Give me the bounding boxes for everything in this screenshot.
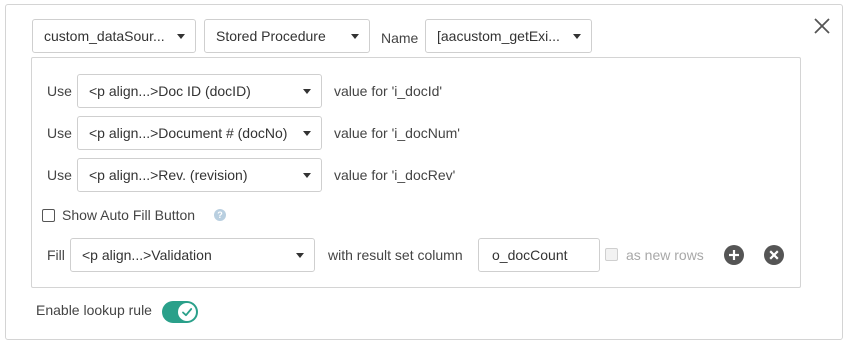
chevron-down-icon xyxy=(296,252,304,258)
new-rows-checkbox[interactable] xyxy=(605,248,618,261)
chevron-down-icon xyxy=(303,88,311,94)
mapping-field-dropdown[interactable]: <p align...>Document # (docNo) xyxy=(77,116,322,150)
plus-icon xyxy=(729,250,739,260)
chevron-down-icon xyxy=(303,130,311,136)
remove-fill-button[interactable] xyxy=(764,245,784,265)
chevron-down-icon xyxy=(351,33,359,39)
mapping-field-dropdown[interactable]: <p align...>Doc ID (docID) xyxy=(77,74,322,108)
mapping-field-dropdown[interactable]: <p align...>Rev. (revision) xyxy=(77,158,322,192)
check-icon xyxy=(182,308,193,317)
procedure-name-dropdown[interactable]: [aacustom_getExi... xyxy=(425,19,592,53)
chevron-down-icon xyxy=(177,33,185,39)
use-label: Use xyxy=(47,83,72,99)
auto-fill-label: Show Auto Fill Button xyxy=(62,207,196,223)
procedure-name-value: [aacustom_getExi... xyxy=(437,28,560,44)
remove-icon xyxy=(769,250,779,260)
mapping-field-value: <p align...>Document # (docNo) xyxy=(89,125,288,141)
datasource-dropdown[interactable]: custom_dataSour... xyxy=(32,19,196,53)
fill-label: Fill xyxy=(47,247,65,263)
toggle-knob xyxy=(178,303,196,321)
auto-fill-checkbox[interactable] xyxy=(42,209,55,222)
result-column-label: with result set column xyxy=(328,247,463,263)
parameter-text: value for 'i_docNum' xyxy=(334,125,460,141)
use-label: Use xyxy=(47,167,72,183)
source-type-dropdown[interactable]: Stored Procedure xyxy=(204,19,370,53)
close-icon[interactable] xyxy=(812,16,832,36)
new-rows-label: as new rows xyxy=(626,247,704,263)
mapping-field-value: <p align...>Rev. (revision) xyxy=(89,167,248,183)
source-type-value: Stored Procedure xyxy=(216,28,326,44)
parameter-text: value for 'i_docRev' xyxy=(334,167,456,183)
add-fill-button[interactable] xyxy=(724,245,744,265)
help-icon[interactable]: ? xyxy=(214,209,226,221)
parameter-text: value for 'i_docId' xyxy=(334,83,443,99)
name-label: Name xyxy=(381,30,419,46)
datasource-value: custom_dataSour... xyxy=(44,28,165,44)
result-column-input[interactable] xyxy=(478,238,600,272)
enable-lookup-toggle[interactable] xyxy=(162,301,198,323)
enable-lookup-label: Enable lookup rule xyxy=(36,302,152,318)
mapping-field-value: <p align...>Doc ID (docID) xyxy=(89,83,251,99)
chevron-down-icon xyxy=(303,172,311,178)
chevron-down-icon xyxy=(573,33,581,39)
use-label: Use xyxy=(47,125,72,141)
fill-field-value: <p align...>Validation xyxy=(82,247,212,263)
fill-field-dropdown[interactable]: <p align...>Validation xyxy=(70,238,315,272)
